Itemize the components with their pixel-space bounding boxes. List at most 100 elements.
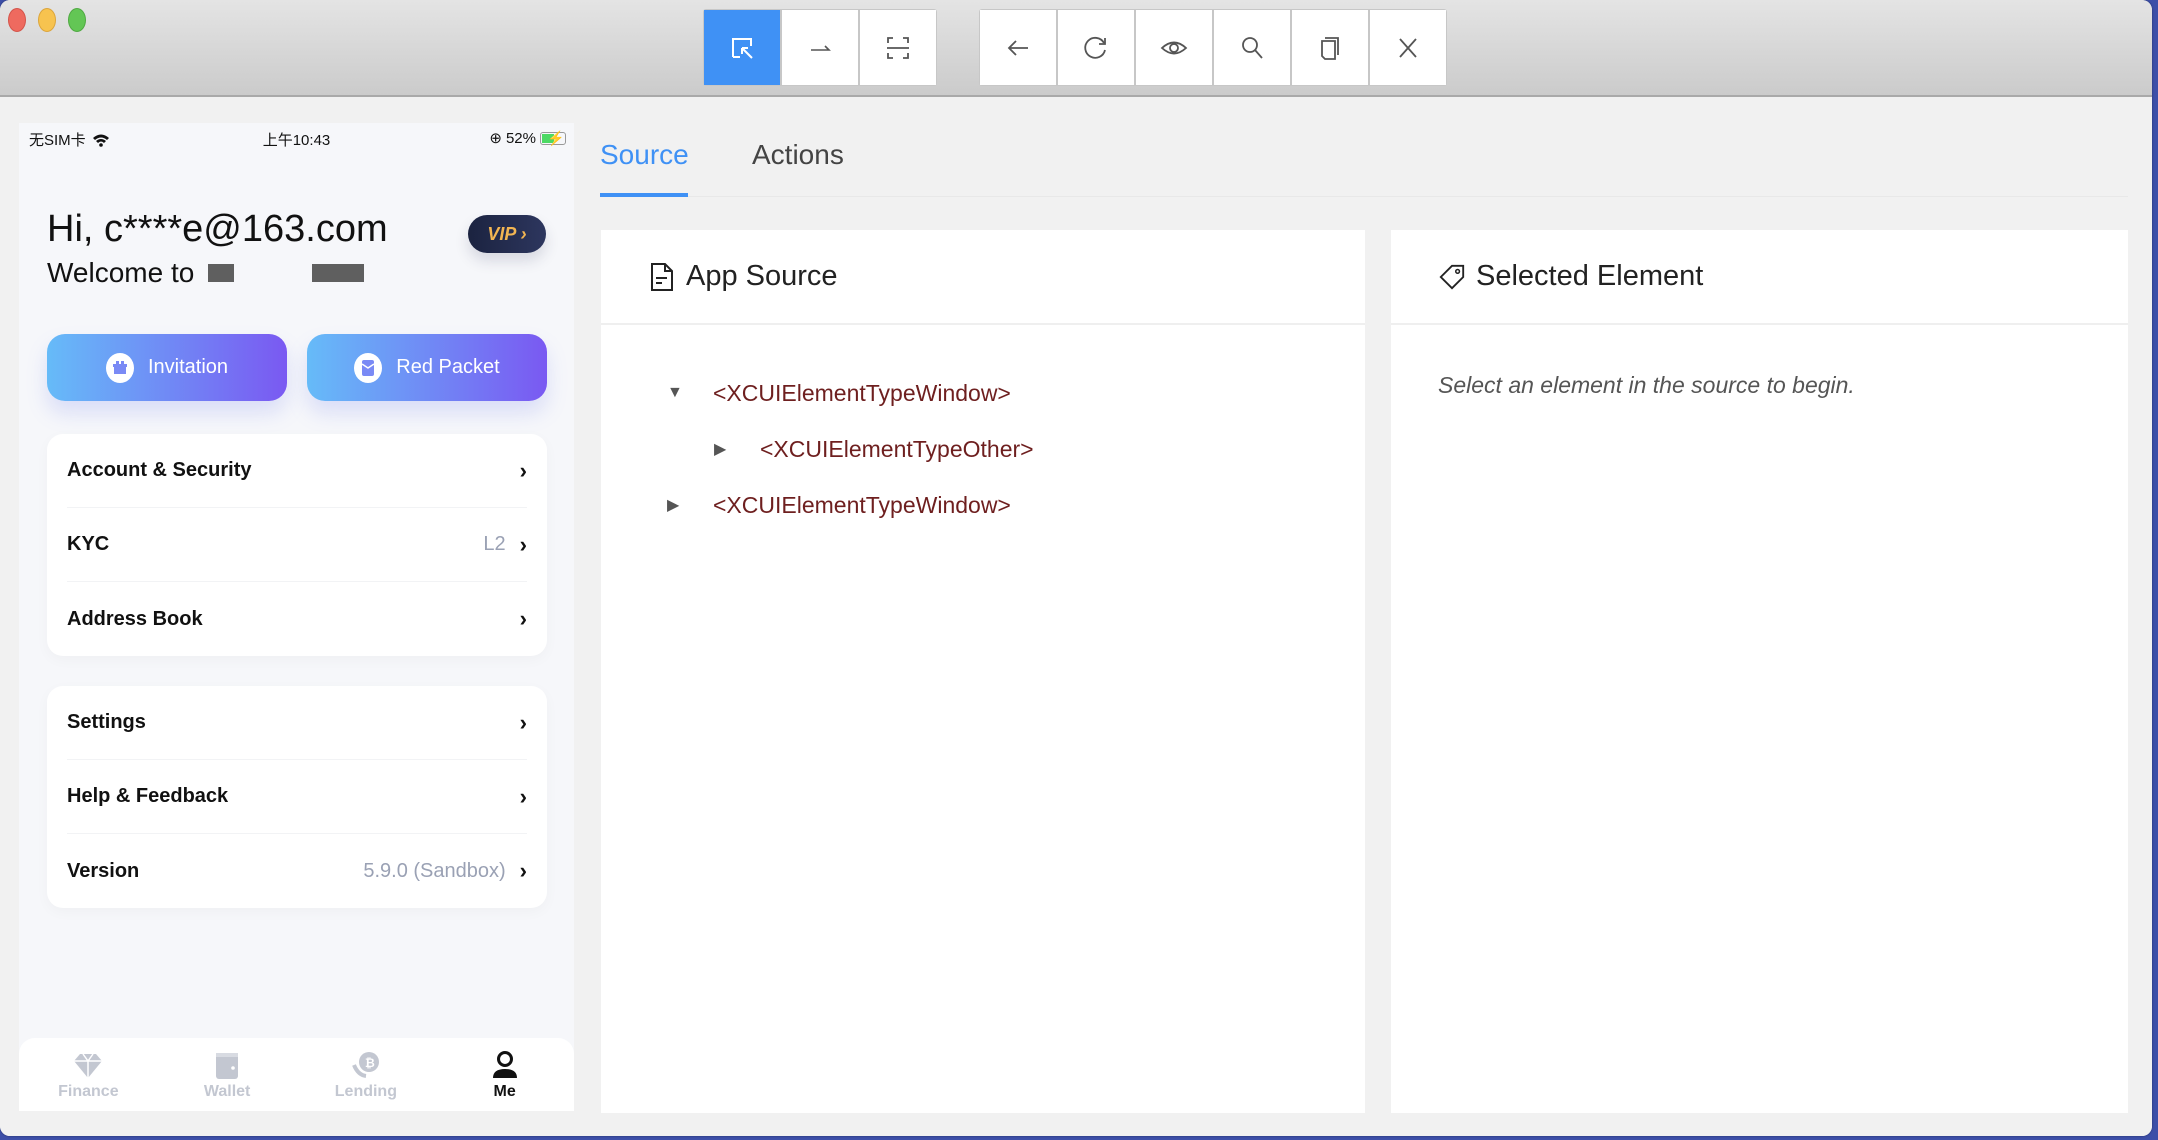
menu-item-label: Settings <box>67 711 146 733</box>
active-tab-indicator <box>600 193 688 197</box>
search-button[interactable] <box>1214 10 1290 85</box>
nav-lending[interactable]: ₿ Lending <box>297 1038 436 1111</box>
nav-me[interactable]: Me <box>435 1038 574 1111</box>
select-elements-button[interactable] <box>704 10 780 85</box>
zoom-window-button[interactable] <box>68 8 86 32</box>
tree-node-tag[interactable]: <XCUIElementTypeWindow> <box>713 492 1011 519</box>
search-icon <box>1242 36 1263 59</box>
nav-finance[interactable]: Finance <box>19 1038 158 1111</box>
nav-label: Wallet <box>203 1082 251 1100</box>
nav-label: Me <box>493 1082 516 1100</box>
caret-down-icon[interactable]: ▼ <box>667 384 689 402</box>
kyc-level: L2 <box>483 533 506 555</box>
diamond-icon <box>74 1053 103 1078</box>
red-packet-icon <box>354 352 383 383</box>
menu-item-address-book[interactable]: Address Book › <box>67 582 527 656</box>
menu-item-kyc[interactable]: KYC L2 › <box>67 508 527 582</box>
vip-badge[interactable]: VIP › <box>468 215 546 253</box>
chevron-right-icon: › <box>519 457 527 483</box>
selected-element-title: Selected Element <box>1476 260 1704 292</box>
scan-icon <box>887 36 909 59</box>
selected-element-placeholder: Select an element in the source to begin… <box>1438 372 1855 398</box>
toolbar-action-group <box>979 9 1447 86</box>
app-window: 无SIM卡 上午10:43 ⊕ 52% ⚡ Hi, c****e@163.com… <box>0 0 2152 1136</box>
battery-percent: 52% <box>505 129 536 147</box>
tap-coordinates-button[interactable] <box>860 10 936 85</box>
redacted-app-name <box>312 264 365 282</box>
welcome-label: Welcome to <box>47 257 195 288</box>
tree-node[interactable]: ▼ <XCUIElementTypeWindow> <box>667 365 1365 421</box>
settings-menu-card: Settings › Help & Feedback › Version 5.9… <box>47 686 547 908</box>
eye-icon <box>1160 41 1188 54</box>
bottom-navigation: Finance Wallet ₿ Lending Me <box>19 1038 574 1111</box>
tree-node[interactable]: ▶ <XCUIElementTypeWindow> <box>667 477 1365 533</box>
quit-session-button[interactable] <box>1370 10 1446 85</box>
redacted-app-name <box>208 264 235 282</box>
chevron-right-icon: › <box>519 783 527 809</box>
svg-text:₿: ₿ <box>365 1056 375 1070</box>
version-value: 5.9.0 (Sandbox) <box>363 859 506 882</box>
caret-right-icon[interactable]: ▶ <box>714 439 736 459</box>
menu-item-label: Account & Security <box>67 459 252 481</box>
welcome-text: Welcome to <box>47 257 365 289</box>
minimize-window-button[interactable] <box>38 8 56 32</box>
copy-source-button[interactable] <box>1292 10 1368 85</box>
invitation-label: Invitation <box>147 356 229 378</box>
chevron-right-icon: › <box>519 606 527 631</box>
selected-element-header: Selected Element <box>1391 230 2128 325</box>
select-cursor-icon <box>732 37 753 59</box>
nav-label: Lending <box>334 1082 397 1100</box>
battery-icon: ⚡ <box>540 130 566 146</box>
bitcoin-hand-icon: ₿ <box>352 1051 379 1078</box>
tag-icon <box>1439 264 1465 290</box>
menu-item-label: Help & Feedback <box>67 785 229 807</box>
menu-item-account-security[interactable]: Account & Security › <box>67 434 527 508</box>
menu-item-label: Version <box>67 859 140 882</box>
user-icon <box>492 1050 517 1078</box>
tree-node[interactable]: ▶ <XCUIElementTypeOther> <box>667 421 1365 477</box>
toolbar-mode-group <box>703 9 937 86</box>
app-source-title: App Source <box>686 260 838 292</box>
file-text-icon <box>651 262 673 291</box>
source-tree: ▼ <XCUIElementTypeWindow> ▶ <XCUIElement… <box>601 325 1365 533</box>
back-button[interactable] <box>980 10 1056 85</box>
tree-node-tag[interactable]: <XCUIElementTypeOther> <box>760 436 1034 463</box>
tab-actions[interactable]: Actions <box>752 139 844 171</box>
tab-source[interactable]: Source <box>600 139 689 171</box>
tree-node-tag[interactable]: <XCUIElementTypeWindow> <box>713 380 1011 407</box>
status-bar: 无SIM卡 上午10:43 ⊕ 52% ⚡ <box>19 123 574 153</box>
selected-element-panel: Selected Element Select an element in th… <box>1391 230 2128 1113</box>
nav-wallet[interactable]: Wallet <box>158 1038 297 1111</box>
close-icon <box>1399 37 1417 58</box>
app-source-panel: App Source ▼ <XCUIElementTypeWindow> ▶ <… <box>601 230 1365 1113</box>
refresh-icon <box>1084 36 1106 59</box>
swipe-button[interactable] <box>782 10 858 85</box>
chevron-right-icon: › <box>519 858 527 883</box>
wallet-icon <box>216 1052 239 1079</box>
nav-label: Finance <box>58 1082 119 1100</box>
refresh-button[interactable] <box>1058 10 1134 85</box>
orientation-lock-icon: ⊕ <box>489 130 502 147</box>
chevron-right-icon: › <box>519 531 527 557</box>
app-source-header: App Source <box>601 230 1365 325</box>
chevron-right-icon: › <box>519 709 527 735</box>
main-content: 无SIM卡 上午10:43 ⊕ 52% ⚡ Hi, c****e@163.com… <box>0 99 2152 1136</box>
gift-icon <box>105 352 134 383</box>
red-packet-label: Red Packet <box>396 356 500 378</box>
close-window-button[interactable] <box>8 8 26 32</box>
menu-item-version[interactable]: Version 5.9.0 (Sandbox) › <box>67 834 527 908</box>
arrow-left-icon <box>1007 39 1028 56</box>
inspector-tabs: Source Actions <box>600 139 2128 197</box>
caret-right-icon[interactable]: ▶ <box>667 495 689 515</box>
menu-item-help-feedback[interactable]: Help & Feedback › <box>67 760 527 834</box>
recording-button[interactable] <box>1136 10 1212 85</box>
device-screenshot[interactable]: 无SIM卡 上午10:43 ⊕ 52% ⚡ Hi, c****e@163.com… <box>19 123 574 1111</box>
swipe-icon <box>811 44 831 51</box>
title-bar <box>0 0 2152 97</box>
red-packet-button[interactable]: Red Packet <box>307 334 547 401</box>
account-menu-card: Account & Security › KYC L2 › Address Bo… <box>47 434 547 656</box>
greeting-text: Hi, c****e@163.com <box>47 208 388 250</box>
invitation-button[interactable]: Invitation <box>47 334 287 401</box>
menu-item-label: KYC <box>67 533 110 555</box>
menu-item-settings[interactable]: Settings › <box>67 686 527 760</box>
